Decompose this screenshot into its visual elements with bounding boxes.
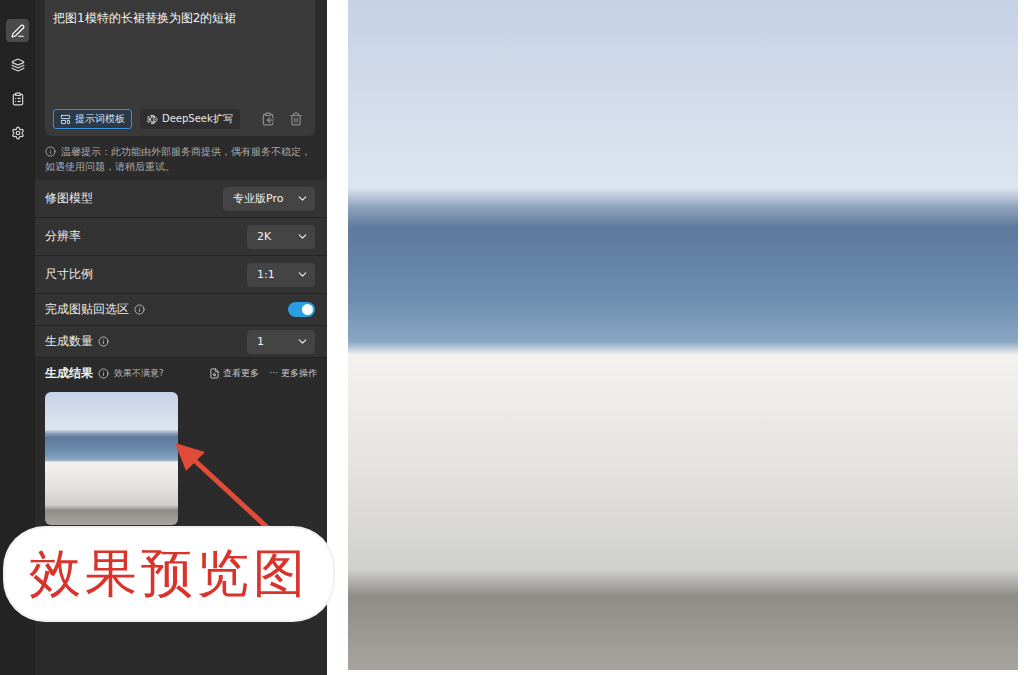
setting-label: 生成数量 bbox=[45, 334, 109, 349]
sidebar-tool-icon bbox=[11, 24, 25, 38]
sidebar-item[interactable] bbox=[6, 121, 29, 144]
setting-row: 完成图贴回选区 bbox=[35, 294, 327, 326]
setting-label: 分辨率 bbox=[45, 229, 81, 244]
select-value: 专业版Pro bbox=[233, 191, 283, 206]
info-icon bbox=[45, 146, 56, 157]
annotation-label: 效果预览图 bbox=[5, 528, 333, 620]
sidebar-tool-icon bbox=[11, 58, 25, 72]
setting-row: 分辨率 2K bbox=[35, 218, 327, 256]
chevron-down-icon bbox=[296, 268, 309, 281]
result-thumbnail[interactable] bbox=[45, 392, 178, 525]
info-icon[interactable] bbox=[134, 304, 145, 315]
select-value: 1 bbox=[257, 335, 264, 348]
copy-icon[interactable] bbox=[261, 112, 275, 126]
prompt-tool-button[interactable]: 提示词模板 bbox=[53, 109, 132, 129]
preview-area bbox=[348, 0, 1018, 670]
chevron-down-icon bbox=[296, 192, 309, 205]
setting-label: 完成图贴回选区 bbox=[45, 302, 145, 317]
view-more-icon bbox=[209, 368, 220, 379]
prompt-icons bbox=[261, 112, 307, 126]
sidebar-tool-icon bbox=[11, 126, 25, 140]
chevron-down-icon bbox=[296, 335, 309, 348]
select-value: 2K bbox=[257, 230, 271, 243]
sidebar-item[interactable] bbox=[6, 19, 29, 42]
more-actions-link[interactable]: ···更多操作 bbox=[269, 367, 317, 380]
setting-row: 生成数量 1 bbox=[35, 326, 327, 358]
select-dropdown[interactable]: 1:1 bbox=[247, 263, 315, 287]
prompt-toolbar: 提示词模板 DeepSeek扩写 bbox=[53, 109, 307, 129]
select-dropdown[interactable]: 1 bbox=[247, 330, 315, 354]
result-actions: 查看更多 ···更多操作 bbox=[209, 367, 317, 380]
chevron-down-icon bbox=[296, 230, 309, 243]
setting-label: 修图模型 bbox=[45, 191, 93, 206]
select-value: 1:1 bbox=[257, 268, 275, 281]
setting-label: 尺寸比例 bbox=[45, 267, 93, 282]
result-header: 生成结果效果不满意? 查看更多 ···更多操作 bbox=[35, 358, 327, 388]
sidebar-item[interactable] bbox=[6, 87, 29, 110]
select-dropdown[interactable]: 2K bbox=[247, 225, 315, 249]
trash-icon[interactable] bbox=[289, 112, 303, 126]
view-more-link[interactable]: 查看更多 bbox=[209, 367, 259, 380]
result-title: 生成结果效果不满意? bbox=[45, 366, 164, 381]
info-icon[interactable] bbox=[98, 336, 109, 347]
setting-row: 修图模型 专业版Pro bbox=[35, 180, 327, 218]
sidebar-tool-icon bbox=[11, 92, 25, 106]
app: 把图1模特的长裙替换为图2的短裙提示词模板 DeepSeek扩写温馨提示：此功能由… bbox=[0, 0, 1024, 675]
info-icon[interactable] bbox=[98, 368, 109, 379]
result-thumbnails bbox=[35, 388, 327, 529]
prompt-tool-button[interactable]: DeepSeek扩写 bbox=[140, 109, 240, 129]
toggle-knob bbox=[302, 304, 313, 315]
paste-back-toggle[interactable] bbox=[288, 302, 315, 317]
whale-icon bbox=[147, 114, 158, 125]
template-icon bbox=[60, 114, 71, 125]
feedback-link[interactable]: 效果不满意? bbox=[114, 367, 164, 380]
setting-row: 尺寸比例 1:1 bbox=[35, 256, 327, 294]
arrow-icon bbox=[170, 438, 280, 538]
sidebar-item[interactable] bbox=[6, 53, 29, 76]
prompt-text: 把图1模特的长裙替换为图2的短裙 bbox=[53, 10, 307, 26]
notice-text: 温馨提示：此功能由外部服务商提供，偶有服务不稳定，如遇使用问题，请稍后重试。 bbox=[45, 144, 315, 174]
preview-photo bbox=[348, 0, 1018, 670]
prompt-box[interactable]: 把图1模特的长裙替换为图2的短裙提示词模板 DeepSeek扩写 bbox=[45, 0, 315, 136]
settings-list: 修图模型 专业版Pro 分辨率 2K 尺寸比例 1:1 完成图贴回选区生成数量 1 bbox=[35, 180, 327, 358]
select-dropdown[interactable]: 专业版Pro bbox=[223, 187, 315, 211]
